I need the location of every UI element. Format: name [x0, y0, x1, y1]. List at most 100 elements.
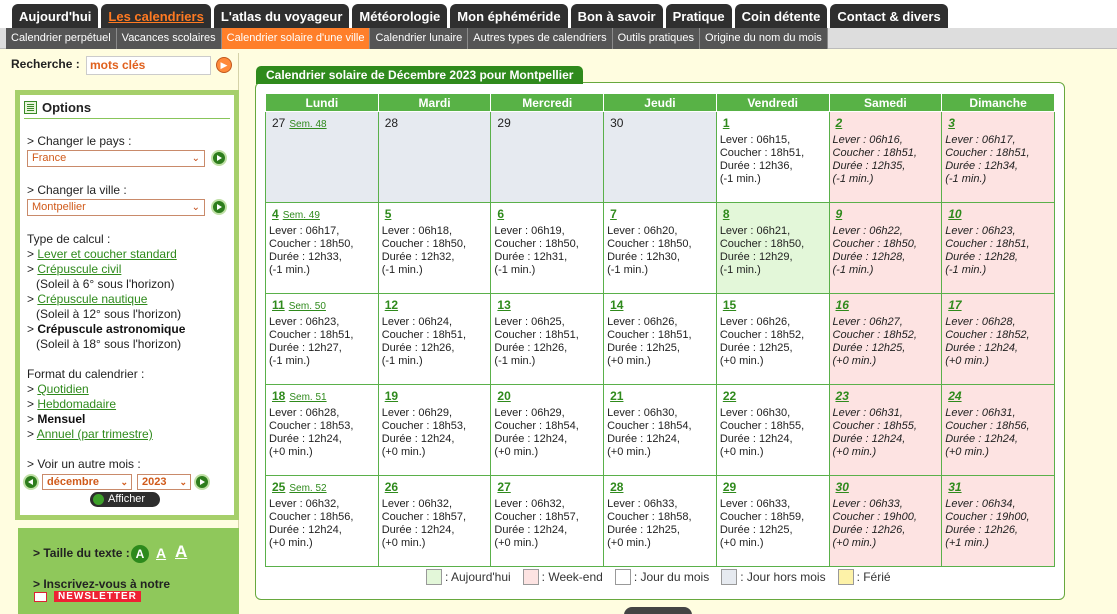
day-cell[interactable]: 29 Lever : 06h33, Coucher : 18h59, Durée : … [715, 475, 830, 567]
day-number[interactable]: 19 [385, 390, 398, 403]
sub-tab[interactable]: Origine du nom du mois [700, 28, 828, 49]
day-number[interactable]: 28 [610, 481, 623, 494]
day-cell[interactable]: 5 Lever : 06h18, Coucher : 18h50, Durée : 1… [377, 202, 492, 294]
day-cell[interactable]: 20 Lever : 06h29, Coucher : 18h54, Durée : … [490, 384, 605, 476]
day-number[interactable]: 13 [497, 299, 510, 312]
day-number[interactable]: 15 [723, 299, 736, 312]
newsletter-link[interactable]: NEWSLETTER [54, 591, 141, 602]
day-cell[interactable]: 24 Lever : 06h31, Coucher : 18h56, Durée : … [941, 384, 1055, 476]
day-cell[interactable]: 31 Lever : 06h34, Coucher : 19h00, Durée : … [941, 475, 1055, 567]
day-number[interactable]: 21 [610, 390, 623, 403]
day-number[interactable]: 17 [948, 299, 961, 312]
day-cell[interactable]: 6 Lever : 06h19, Coucher : 18h50, Durée : 1… [490, 202, 605, 294]
day-number[interactable]: 16 [836, 299, 849, 312]
day-cell[interactable]: 12 Lever : 06h24, Coucher : 18h51, Durée : … [377, 293, 492, 385]
top-tab[interactable]: L'atlas du voyageur [213, 4, 350, 28]
day-cell[interactable]: 22 Lever : 06h30, Coucher : 18h55, Durée : … [715, 384, 830, 476]
day-cell[interactable]: 27 Sem. 48 [265, 111, 379, 203]
day-number[interactable]: 22 [723, 390, 736, 403]
day-number[interactable]: 5 [385, 208, 392, 221]
day-cell[interactable]: 28 Lever : 06h33, Coucher : 18h58, Durée : … [603, 475, 717, 567]
day-number[interactable]: 26 [385, 481, 398, 494]
search-go-button[interactable]: ▶ [216, 57, 232, 73]
top-tab[interactable]: Les calendriers [101, 4, 211, 28]
day-number[interactable]: 12 [385, 299, 398, 312]
day-cell[interactable]: 15 Lever : 06h26, Coucher : 18h52, Durée : … [715, 293, 830, 385]
top-tab[interactable]: Coin détente [734, 4, 828, 28]
day-number[interactable]: 10 [948, 208, 961, 221]
day-number[interactable]: 11 [272, 299, 285, 312]
day-cell[interactable]: 18 Sem. 51 Lever : 06h28, Coucher : 18h53, D… [265, 384, 379, 476]
show-button[interactable]: Afficher [90, 492, 160, 507]
day-number[interactable]: 25 [272, 481, 285, 494]
search-input[interactable]: mots clés [86, 56, 211, 75]
day-cell[interactable]: 8 Lever : 06h21, Coucher : 18h50, Durée : 1… [715, 202, 830, 294]
year-select[interactable]: 2023 ⌄ [137, 474, 191, 490]
day-cell[interactable]: 29 [490, 111, 605, 203]
day-number[interactable]: 3 [948, 117, 955, 130]
city-select[interactable]: Montpellier ⌄ [27, 199, 205, 216]
calc-option[interactable]: > Lever et coucher standard [27, 247, 177, 261]
day-cell[interactable]: 14 Lever : 06h26, Coucher : 18h51, Durée : … [603, 293, 717, 385]
day-cell[interactable]: 2 Lever : 06h16, Coucher : 18h51, Durée : 1… [828, 111, 943, 203]
text-size-large-button[interactable]: A [175, 542, 187, 562]
day-cell[interactable]: 13 Lever : 06h25, Coucher : 18h51, Durée : … [490, 293, 605, 385]
format-option[interactable]: > Quotidien [27, 382, 89, 396]
prev-month-button[interactable] [23, 474, 39, 490]
week-number-link[interactable]: Sem. 50 [289, 301, 326, 312]
day-cell[interactable]: 10 Lever : 06h23, Coucher : 18h51, Durée : … [941, 202, 1055, 294]
sub-tab[interactable]: Autres types de calendriers [468, 28, 613, 49]
calc-option-label[interactable]: Lever et coucher standard [37, 247, 176, 261]
sub-tab[interactable]: Vacances scolaires [117, 28, 222, 49]
format-option-label[interactable]: Annuel (par trimestre) [37, 427, 153, 441]
city-go-button[interactable] [211, 199, 227, 215]
country-select[interactable]: France ⌄ [27, 150, 205, 167]
week-number-link[interactable]: Sem. 49 [283, 210, 320, 221]
day-cell[interactable]: 26 Lever : 06h32, Coucher : 18h57, Durée : … [377, 475, 492, 567]
day-cell[interactable]: 25 Sem. 52 Lever : 06h32, Coucher : 18h56, D… [265, 475, 379, 567]
week-number-link[interactable]: Sem. 48 [289, 119, 326, 130]
day-number[interactable]: 24 [948, 390, 961, 403]
top-tab[interactable]: Aujourd'hui [12, 4, 99, 28]
country-go-button[interactable] [211, 150, 227, 166]
day-cell[interactable]: 3 Lever : 06h17, Coucher : 18h51, Durée : 1… [941, 111, 1055, 203]
day-cell[interactable]: 16 Lever : 06h27, Coucher : 18h52, Durée : … [828, 293, 943, 385]
sub-tab[interactable]: Calendrier solaire d'une ville [221, 28, 371, 49]
top-tab[interactable]: Bon à savoir [570, 4, 663, 28]
day-number[interactable]: 4 [272, 208, 279, 221]
calc-option[interactable]: > Crépuscule nautique [27, 292, 147, 306]
top-tab[interactable]: Météorologie [352, 4, 448, 28]
day-number[interactable]: 1 [723, 117, 730, 130]
sub-tab[interactable]: Outils pratiques [613, 28, 701, 49]
day-cell[interactable]: 30 Lever : 06h33, Coucher : 19h00, Durée : … [828, 475, 943, 567]
day-cell[interactable]: 9 Lever : 06h22, Coucher : 18h50, Durée : 1… [828, 202, 943, 294]
day-cell[interactable]: 21 Lever : 06h30, Coucher : 18h54, Durée : … [603, 384, 717, 476]
week-number-link[interactable]: Sem. 51 [289, 392, 326, 403]
top-tab[interactable]: Pratique [665, 4, 732, 28]
calc-option-label[interactable]: Crépuscule nautique [37, 292, 147, 306]
day-cell[interactable]: 11 Sem. 50 Lever : 06h23, Coucher : 18h51, D… [265, 293, 379, 385]
day-number[interactable]: 18 [272, 390, 285, 403]
format-option-label[interactable]: Hebdomadaire [37, 397, 116, 411]
text-size-small-button[interactable]: A [131, 545, 149, 563]
day-number[interactable]: 6 [497, 208, 504, 221]
day-number[interactable]: 27 [497, 481, 510, 494]
day-number[interactable]: 9 [836, 208, 843, 221]
text-size-medium-button[interactable]: A [156, 545, 166, 561]
format-option[interactable]: > Hebdomadaire [27, 397, 116, 411]
top-tab[interactable]: Mon éphéméride [450, 4, 568, 28]
day-cell[interactable]: 19 Lever : 06h29, Coucher : 18h53, Durée : … [377, 384, 492, 476]
sub-tab[interactable]: Calendrier perpétuel [6, 28, 117, 49]
day-number[interactable]: 31 [948, 481, 961, 494]
week-number-link[interactable]: Sem. 52 [289, 483, 326, 494]
day-cell[interactable]: 27 Lever : 06h32, Coucher : 18h57, Durée : … [490, 475, 605, 567]
day-cell[interactable]: 23 Lever : 06h31, Coucher : 18h55, Durée : … [828, 384, 943, 476]
day-number[interactable]: 7 [610, 208, 617, 221]
day-number[interactable]: 14 [610, 299, 623, 312]
day-cell[interactable]: 4 Sem. 49 Lever : 06h17, Coucher : 18h50, Du… [265, 202, 379, 294]
bottom-button[interactable] [624, 607, 692, 614]
format-option-label[interactable]: Quotidien [37, 382, 88, 396]
month-select[interactable]: décembre ⌄ [42, 474, 132, 490]
calc-option[interactable]: > Crépuscule civil [27, 262, 121, 276]
sub-tab[interactable]: Calendrier lunaire [370, 28, 469, 49]
